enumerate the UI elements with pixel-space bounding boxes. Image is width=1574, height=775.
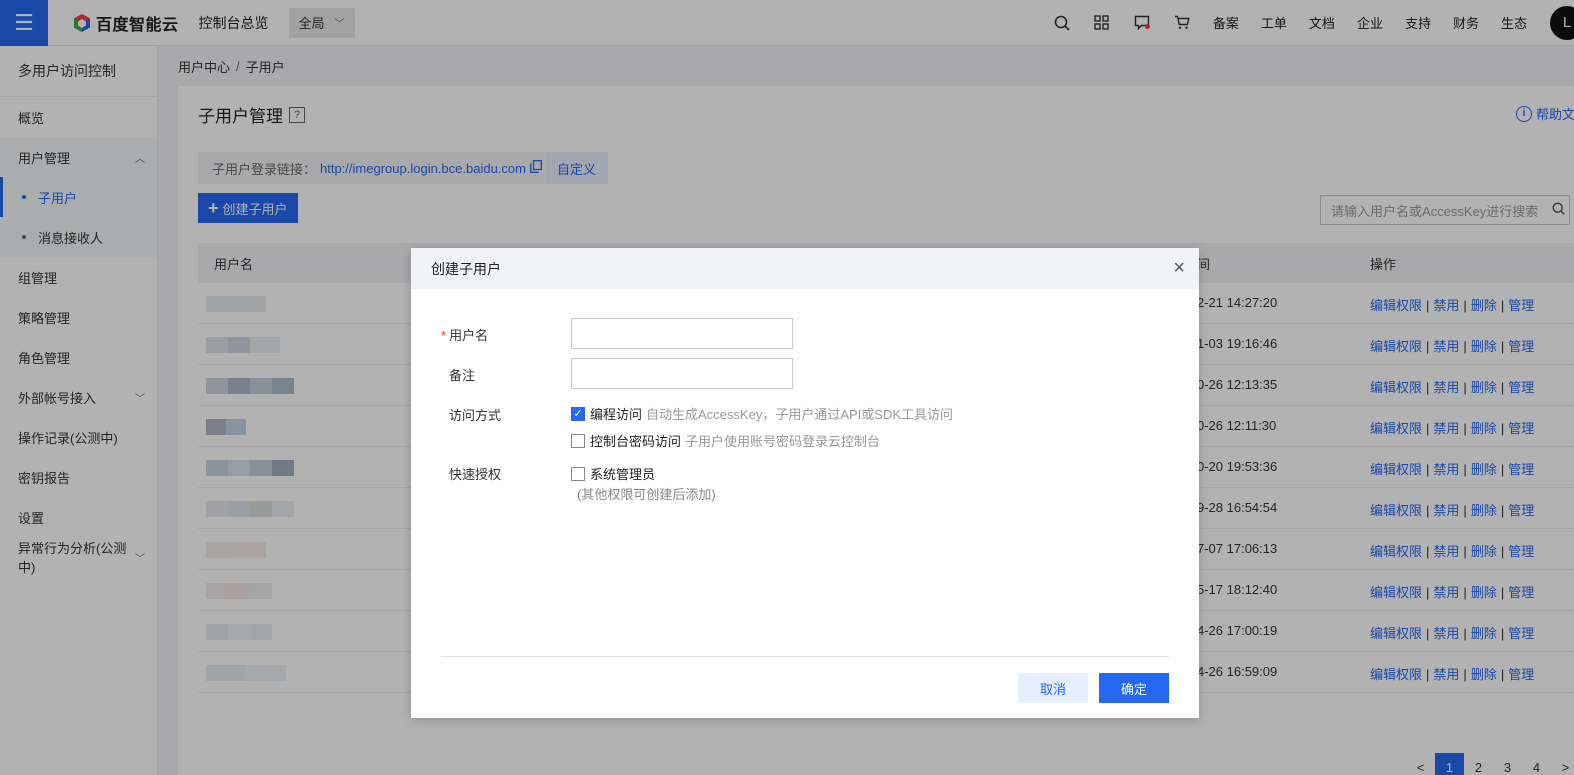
console-access-label: 控制台密码访问: [590, 434, 682, 449]
programmatic-access-checkbox[interactable]: ✓ 编程访问 自动生成AccessKey，子用户通过API或SDK工具访问: [571, 404, 953, 423]
quick-auth-hint: (其他权限可创建后添加): [577, 487, 716, 502]
username-field[interactable]: [571, 318, 793, 349]
console-access-checkbox[interactable]: 控制台密码访问 子用户使用账号密码登录云控制台: [571, 431, 880, 450]
create-subuser-dialog: 创建子用户 × * 用户名 备注 访问方式 ✓ 编程访问 自动生成AccessKe…: [411, 248, 1199, 718]
console-access-hint: 子用户使用账号密码登录云控制台: [685, 434, 881, 449]
dialog-title: 创建子用户: [431, 260, 501, 277]
remark-field[interactable]: [571, 358, 793, 389]
programmatic-access-label: 编程访问: [590, 407, 643, 422]
access-method-label: 访问方式: [449, 408, 502, 423]
checkbox-unchecked-icon: [571, 466, 585, 481]
close-icon[interactable]: ×: [1173, 258, 1185, 278]
required-mark: *: [441, 328, 447, 343]
username-label-text: 用户名: [449, 328, 489, 343]
remark-label: 备注: [449, 368, 476, 383]
checkbox-unchecked-icon: [571, 433, 585, 448]
checkbox-checked-icon: ✓: [571, 406, 585, 421]
quick-auth-label: 快速授权: [449, 467, 502, 482]
username-label: * 用户名: [441, 325, 488, 344]
dialog-divider: [441, 656, 1169, 657]
programmatic-access-hint: 自动生成AccessKey，子用户通过API或SDK工具访问: [646, 407, 954, 422]
confirm-button[interactable]: 确定: [1099, 673, 1169, 703]
dialog-header: 创建子用户 ×: [411, 248, 1199, 289]
cancel-button[interactable]: 取消: [1018, 673, 1088, 703]
sysadmin-label: 系统管理员: [590, 467, 656, 482]
sysadmin-checkbox[interactable]: 系统管理员: [571, 464, 655, 483]
